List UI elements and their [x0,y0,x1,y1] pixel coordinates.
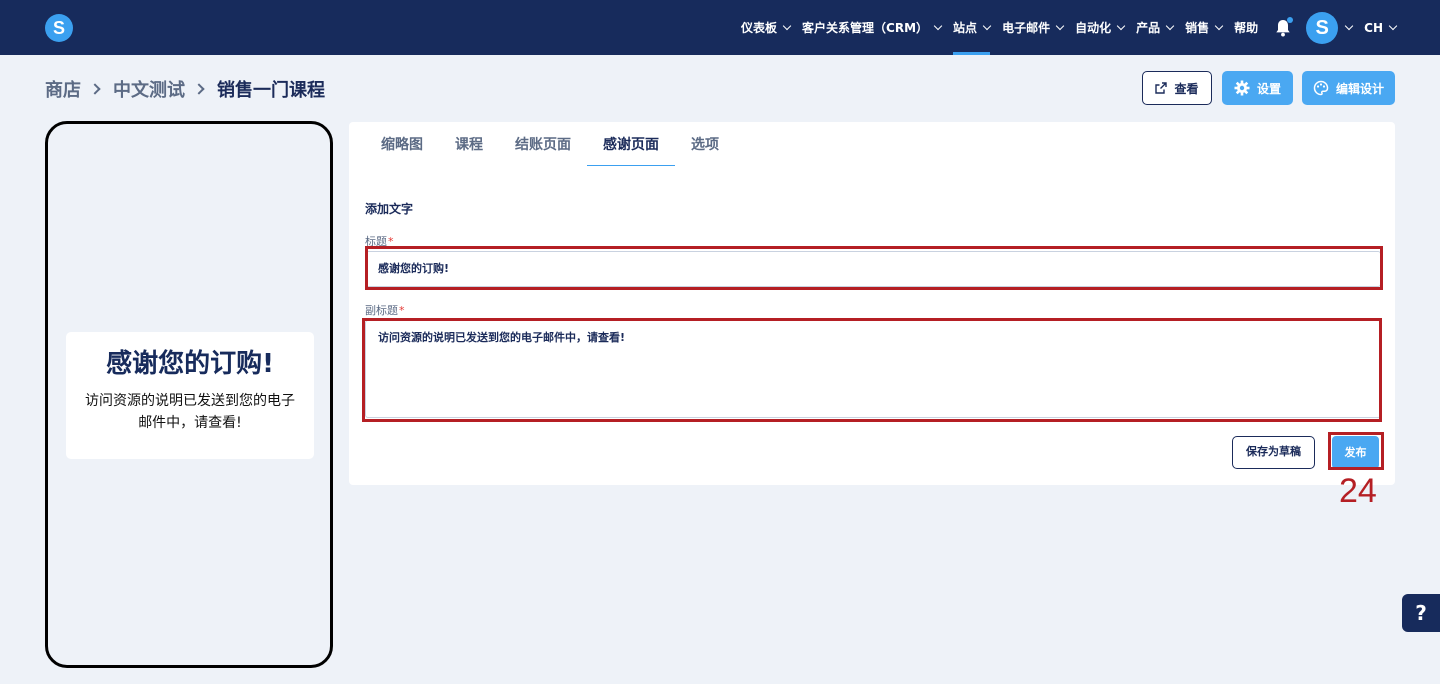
save-draft-button[interactable]: 保存为草稿 [1232,436,1315,469]
chevron-down-icon [782,21,792,30]
external-link-icon [1155,82,1168,94]
chevron-right-icon [89,83,101,95]
tab-checkout-page[interactable]: 结账页面 [499,122,587,166]
settings-button[interactable]: 设置 [1222,71,1293,105]
nav-item-products[interactable]: 产品 [1130,0,1179,55]
subtitle-label-text: 副标题 [365,304,398,317]
chevron-down-icon [1116,21,1126,30]
chevron-right-icon [193,83,205,95]
nav-item-label: 自动化 [1075,21,1112,35]
nav-item-label: 帮助 [1234,21,1259,35]
language-selector[interactable]: CH [1364,0,1398,55]
chevron-down-icon [982,21,992,30]
tab-options[interactable]: 选项 [675,122,735,166]
tab-thank-you-page[interactable]: 感谢页面 [587,122,675,166]
mobile-preview-frame: 感谢您的订购! 访问资源的说明已发送到您的电子邮件中，请查看! [45,121,333,668]
app-logo[interactable]: S [45,14,73,42]
nav-item-label: 站点 [953,21,978,35]
notification-dot [1287,17,1294,23]
title-field-label: 标题* [365,233,394,249]
chevron-down-icon [1055,21,1065,30]
edit-design-button-label: 编辑设计 [1335,81,1384,96]
chevron-down-icon [1214,21,1224,30]
required-mark: * [388,235,394,248]
nav-item-label: 电子邮件 [1002,21,1051,35]
nav-item-sales[interactable]: 销售 [1179,0,1228,55]
help-button[interactable]: ? [1402,594,1440,632]
chevron-down-icon [1165,21,1175,30]
tab-course[interactable]: 课程 [439,122,499,166]
nav-item-help[interactable]: 帮助 [1228,0,1264,55]
subtitle-textarea[interactable]: 访问资源的说明已发送到您的电子邮件中，请查看! [365,320,1381,418]
nav-item-automation[interactable]: 自动化 [1069,0,1130,55]
breadcrumb: 商店 中文测试 销售一门课程 [45,76,325,102]
publish-button[interactable]: 发布 [1332,436,1379,469]
tab-thumbnail[interactable]: 缩略图 [365,122,439,166]
nav-item-email[interactable]: 电子邮件 [996,0,1069,55]
thank-you-page-editor: 缩略图 课程 结账页面 感谢页面 选项 添加文字 标题* 感谢您的订购! 副标题… [349,122,1395,485]
chevron-down-icon [933,21,943,30]
nav-item-label: 销售 [1185,21,1210,35]
view-button-label: 查看 [1174,81,1199,96]
editor-tabs: 缩略图 课程 结账页面 感谢页面 选项 [365,122,735,166]
breadcrumb-site[interactable]: 中文测试 [113,76,185,102]
preview-thank-you-card: 感谢您的订购! 访问资源的说明已发送到您的电子邮件中，请查看! [66,332,314,459]
title-input[interactable]: 感谢您的订购! [365,251,1381,287]
nav-item-label: 产品 [1136,21,1161,35]
avatar[interactable]: S [1306,11,1339,44]
required-mark: * [399,304,405,317]
view-button[interactable]: 查看 [1142,71,1212,105]
settings-button-label: 设置 [1256,81,1281,96]
section-title: 添加文字 [365,202,414,216]
nav-item-label: 仪表板 [741,21,778,35]
nav-item-sites[interactable]: 站点 [947,0,996,55]
palette-icon [1313,80,1329,96]
preview-subtitle: 访问资源的说明已发送到您的电子邮件中，请查看! [85,393,295,431]
chevron-down-icon [1388,21,1398,30]
preview-title: 感谢您的订购! [106,349,274,379]
nav-item-label: 客户关系管理（CRM） [802,21,929,35]
language-label: CH [1364,20,1383,35]
main-nav: 仪表板 客户关系管理（CRM） 站点 电子邮件 自动化 产品 销售 帮助 S C… [735,0,1398,55]
nav-item-crm[interactable]: 客户关系管理（CRM） [796,0,947,55]
subtitle-field-label: 副标题* [365,302,405,318]
gear-icon [1234,80,1250,96]
chevron-down-icon[interactable] [1344,21,1354,30]
title-label-text: 标题 [365,235,387,248]
breadcrumb-current: 销售一门课程 [217,80,325,101]
step-number-annotation: 24 [1339,472,1377,510]
top-navbar: S 仪表板 客户关系管理（CRM） 站点 电子邮件 自动化 产品 销售 帮助 S… [0,0,1440,55]
notifications-bell-icon[interactable] [1272,0,1294,55]
edit-design-button[interactable]: 编辑设计 [1302,71,1395,105]
nav-item-dashboard[interactable]: 仪表板 [735,0,796,55]
breadcrumb-store[interactable]: 商店 [45,76,81,102]
